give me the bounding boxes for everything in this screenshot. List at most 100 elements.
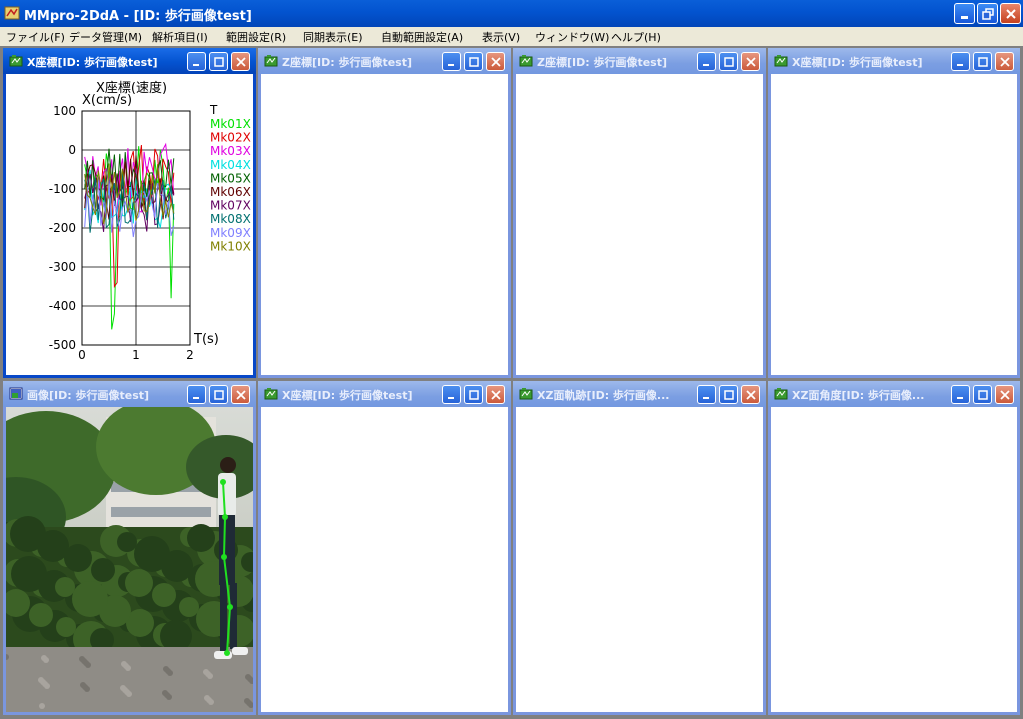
grid	[81, 110, 191, 346]
chart-window-icon	[519, 388, 533, 400]
close-icon	[235, 56, 246, 67]
child-close-button[interactable]	[486, 385, 505, 404]
child-close-button[interactable]	[231, 385, 250, 404]
child-titlebar[interactable]: X座標[ID: 歩行画像test]	[768, 48, 1020, 74]
chart-window-icon	[264, 388, 278, 400]
chart-area: Z座標(速度)Z(cm/s)2001000-100-200012T(s)TMk0…	[516, 74, 763, 375]
child-titlebar[interactable]: XZ面角度[ID: 歩行画像...	[768, 381, 1020, 407]
close-icon	[490, 389, 501, 400]
child-maximize-button[interactable]	[464, 385, 483, 404]
child-titlebar[interactable]: Z座標[ID: 歩行画像test]	[258, 48, 511, 74]
child-maximize-button[interactable]	[719, 52, 738, 71]
child-minimize-button[interactable]	[951, 385, 970, 404]
menu-view[interactable]: 表示(V)	[482, 29, 520, 45]
child-window-1[interactable]: X座標[ID: 歩行画像test] X座標(速度) X(cm/s) 100 0 -100-…	[3, 48, 256, 378]
child-window-8[interactable]: XZ面角度[ID: 歩行画像... XZ面角度XZ(deg)40302010001…	[768, 381, 1020, 715]
chart-area: XZ面軌跡Z(cm)50403020100-10-20-30-40-50-60-…	[516, 407, 763, 712]
child-window-title: Z座標[ID: 歩行画像test]	[282, 56, 413, 69]
legend-entry: Mk07X	[210, 199, 251, 213]
child-window-3[interactable]: Z座標[ID: 歩行画像test] Z座標(速度)Z(cm/s)2001000-1…	[513, 48, 766, 378]
chart-area: XZ面角度XZ(deg)403020100012T(s)TJ1	[771, 407, 1017, 712]
chart-area: X座標X(cm)1109070503010-10-30-50-70-90-110…	[771, 74, 1017, 375]
child-minimize-button[interactable]	[442, 385, 461, 404]
child-window-title: XZ面軌跡[ID: 歩行画像...	[537, 389, 670, 402]
y-tick-label: -100	[49, 182, 76, 196]
child-close-button[interactable]	[741, 385, 760, 404]
minimize-icon	[956, 396, 963, 399]
chart-window-icon	[519, 55, 533, 67]
child-titlebar[interactable]: 画像[ID: 歩行画像test]	[3, 381, 256, 407]
child-minimize-button[interactable]	[187, 52, 206, 71]
menu-sync[interactable]: 同期表示(E)	[303, 29, 363, 45]
maximize-icon	[468, 389, 479, 400]
minimize-icon	[192, 63, 199, 66]
child-close-button[interactable]	[995, 52, 1014, 71]
app-title: MMpro-2DdA - [ID: 歩行画像test]	[24, 9, 252, 24]
child-titlebar[interactable]: Z座標[ID: 歩行画像test]	[513, 48, 766, 74]
legend-entry: Mk03X	[210, 144, 251, 158]
child-maximize-button[interactable]	[464, 52, 483, 71]
chart-area: X座標(加速度)X(cm/s2)400020000-2000-4000012T(…	[261, 407, 508, 712]
child-window-2[interactable]: Z座標[ID: 歩行画像test] Z座標(加速度)Z(cm/s2)20000-2…	[258, 48, 511, 378]
maximize-icon	[213, 56, 224, 67]
minimize-icon	[192, 396, 199, 399]
child-close-button[interactable]	[995, 385, 1014, 404]
child-minimize-button[interactable]	[187, 385, 206, 404]
minimize-icon	[960, 15, 968, 19]
minimize-icon	[447, 63, 454, 66]
restore-button[interactable]	[977, 3, 998, 24]
child-window-title: XZ面角度[ID: 歩行画像...	[792, 389, 925, 402]
child-minimize-button[interactable]	[697, 385, 716, 404]
menu-data[interactable]: データ管理(M)	[69, 29, 142, 45]
maximize-icon	[723, 56, 734, 67]
menu-window[interactable]: ウィンドウ(W)	[535, 29, 609, 45]
child-window-5[interactable]: 画像[ID: 歩行画像test]	[3, 381, 256, 715]
child-titlebar[interactable]: X座標[ID: 歩行画像test]	[258, 381, 511, 407]
child-maximize-button[interactable]	[209, 385, 228, 404]
minimize-icon	[956, 63, 963, 66]
menu-autorange[interactable]: 自動範囲設定(A)	[381, 29, 463, 45]
minimize-button[interactable]	[954, 3, 975, 24]
child-window-title: X座標[ID: 歩行画像test]	[282, 389, 413, 402]
child-window-title: 画像[ID: 歩行画像test]	[27, 389, 150, 402]
child-maximize-button[interactable]	[973, 52, 992, 71]
menu-file[interactable]: ファイル(F)	[6, 29, 65, 45]
child-minimize-button[interactable]	[951, 52, 970, 71]
child-window-4[interactable]: X座標[ID: 歩行画像test] X座標X(cm)1109070503010-1…	[768, 48, 1020, 378]
child-close-button[interactable]	[741, 52, 760, 71]
child-titlebar[interactable]: XZ面軌跡[ID: 歩行画像...	[513, 381, 766, 407]
y-tick-label: -200	[49, 221, 76, 235]
close-button[interactable]	[1000, 3, 1021, 24]
image-window-icon	[9, 387, 23, 400]
chart-area: Z座標(加速度)Z(cm/s2)20000-2000012T(s)TMk01ZM…	[261, 74, 508, 375]
legend-entry: Mk06X	[210, 185, 251, 199]
child-close-button[interactable]	[486, 52, 505, 71]
child-window-title: Z座標[ID: 歩行画像test]	[537, 56, 668, 69]
y-axis-label: X(cm/s)	[82, 93, 132, 108]
legend-entry: Mk05X	[210, 171, 251, 185]
x-tick-label: 1	[132, 348, 140, 362]
maximize-icon	[213, 389, 224, 400]
video-frame	[6, 407, 253, 712]
child-close-button[interactable]	[231, 52, 250, 71]
child-titlebar[interactable]: X座標[ID: 歩行画像test]	[3, 48, 256, 74]
child-minimize-button[interactable]	[442, 52, 461, 71]
child-minimize-button[interactable]	[697, 52, 716, 71]
child-maximize-button[interactable]	[973, 385, 992, 404]
child-maximize-button[interactable]	[209, 52, 228, 71]
close-icon	[490, 56, 501, 67]
child-maximize-button[interactable]	[719, 385, 738, 404]
chart-window-icon	[774, 388, 788, 400]
child-window-6[interactable]: X座標[ID: 歩行画像test] X座標(加速度)X(cm/s2)4000200…	[258, 381, 511, 715]
menu-bar: ファイル(F) データ管理(M) 解析項目(I) 範囲設定(R) 同期表示(E)…	[0, 27, 1023, 46]
minimize-icon	[702, 63, 709, 66]
menu-analysis[interactable]: 解析項目(I)	[152, 29, 208, 45]
menu-help[interactable]: ヘルプ(H)	[611, 29, 661, 45]
close-icon	[745, 389, 756, 400]
child-window-7[interactable]: XZ面軌跡[ID: 歩行画像... XZ面軌跡Z(cm)50403020100-1…	[513, 381, 766, 715]
child-window-title: X座標[ID: 歩行画像test]	[27, 56, 158, 69]
chart-window-icon	[774, 55, 788, 67]
legend-entry: Mk10X	[210, 239, 251, 253]
menu-range[interactable]: 範囲設定(R)	[226, 29, 286, 45]
close-icon	[999, 389, 1010, 400]
